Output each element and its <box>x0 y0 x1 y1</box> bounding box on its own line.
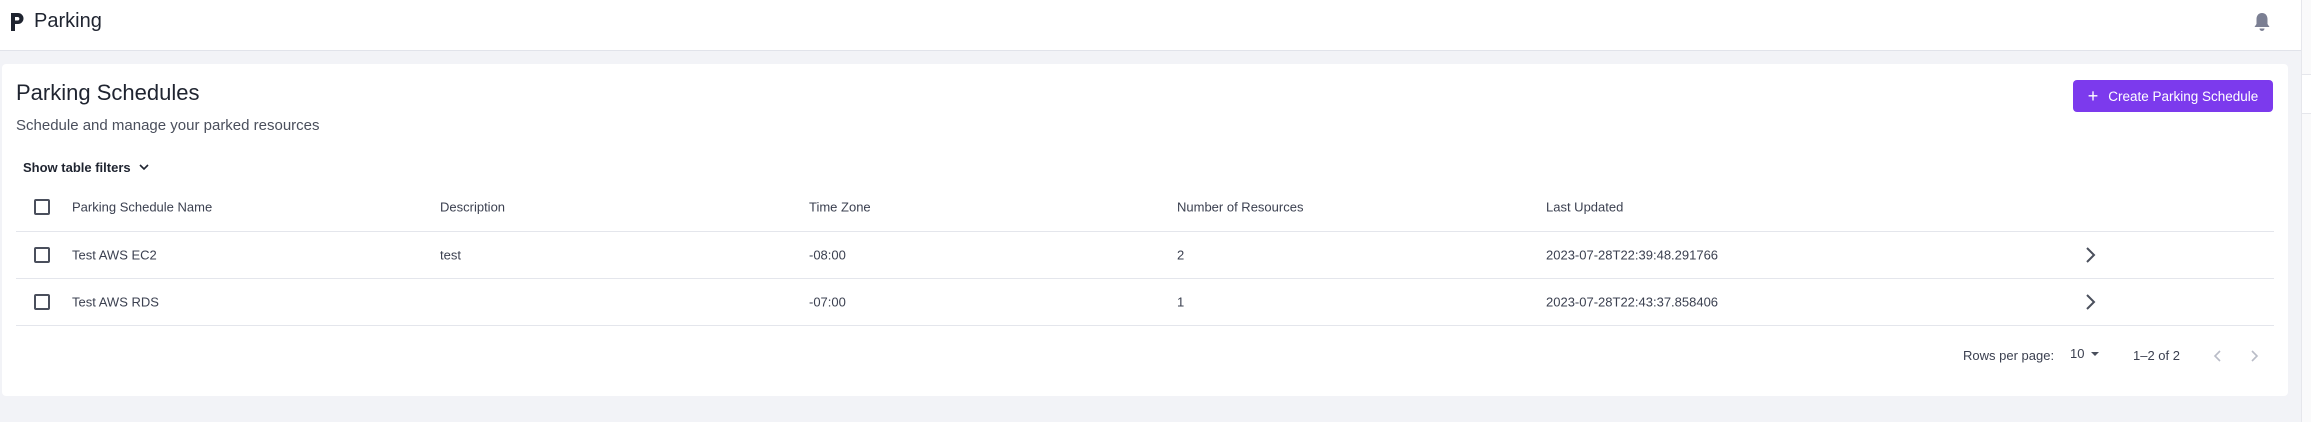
column-header-number-of-resources[interactable]: Number of Resources <box>1177 199 1303 214</box>
top-app-bar: Parking <box>0 0 2301 51</box>
cell-name: Test AWS RDS <box>72 294 159 310</box>
plus-icon: + <box>2087 86 2099 106</box>
column-header-time-zone[interactable]: Time Zone <box>809 199 871 214</box>
column-header-description[interactable]: Description <box>440 199 505 214</box>
schedules-panel: Parking Schedules Schedule and manage yo… <box>2 64 2288 396</box>
cell-time-zone: -07:00 <box>809 294 846 310</box>
cell-number-of-resources: 1 <box>1177 294 1185 310</box>
column-header-last-updated[interactable]: Last Updated <box>1546 199 1623 214</box>
filters-toggle-label: Show table filters <box>23 160 131 175</box>
row-checkbox[interactable] <box>34 294 50 310</box>
caret-down-icon <box>2091 351 2100 356</box>
rows-per-page-value: 10 <box>2070 346 2085 361</box>
previous-page-icon[interactable] <box>2209 347 2227 365</box>
create-parking-schedule-button[interactable]: + Create Parking Schedule <box>2073 80 2273 112</box>
column-header-name[interactable]: Parking Schedule Name <box>72 199 212 214</box>
chevron-down-icon <box>139 164 149 171</box>
chevron-right-icon[interactable] <box>2080 243 2100 267</box>
row-checkbox[interactable] <box>34 247 50 263</box>
table-header-row: Parking Schedule Name Description Time Z… <box>16 182 2274 232</box>
table-pagination: Rows per page: 10 1–2 of 2 <box>2 341 2288 371</box>
cell-time-zone: -08:00 <box>809 247 846 263</box>
page-subtitle: Schedule and manage your parked resource… <box>16 117 320 134</box>
create-button-label: Create Parking Schedule <box>2108 88 2259 104</box>
chevron-right-icon[interactable] <box>2080 290 2100 314</box>
select-all-checkbox[interactable] <box>34 198 50 215</box>
cell-last-updated: 2023-07-28T22:43:37.858406 <box>1546 294 1719 310</box>
cell-number-of-resources: 2 <box>1177 247 1185 263</box>
rows-per-page-label: Rows per page: <box>1963 348 2055 363</box>
page-title: Parking Schedules <box>16 80 200 105</box>
window-scrollbar[interactable] <box>2301 0 2311 422</box>
next-page-icon[interactable] <box>2245 347 2263 365</box>
cell-last-updated: 2023-07-28T22:39:48.291766 <box>1546 247 1719 263</box>
cell-description: test <box>440 247 461 263</box>
table-row[interactable]: Test AWS RDS -07:00 1 2023-07-28T22:43:3… <box>16 279 2274 326</box>
parking-logo-icon[interactable] <box>9 11 25 33</box>
bell-icon[interactable] <box>2252 11 2272 33</box>
app-title: Parking <box>34 10 102 32</box>
cell-name: Test AWS EC2 <box>72 247 157 263</box>
schedules-table: Parking Schedule Name Description Time Z… <box>16 182 2274 326</box>
table-row[interactable]: Test AWS EC2 test -08:00 2 2023-07-28T22… <box>16 232 2274 279</box>
scrollbar-segment <box>2302 74 2311 114</box>
pagination-range: 1–2 of 2 <box>2133 348 2180 363</box>
rows-per-page-select[interactable]: 10 <box>2070 346 2100 361</box>
show-table-filters-toggle[interactable]: Show table filters <box>23 160 149 175</box>
